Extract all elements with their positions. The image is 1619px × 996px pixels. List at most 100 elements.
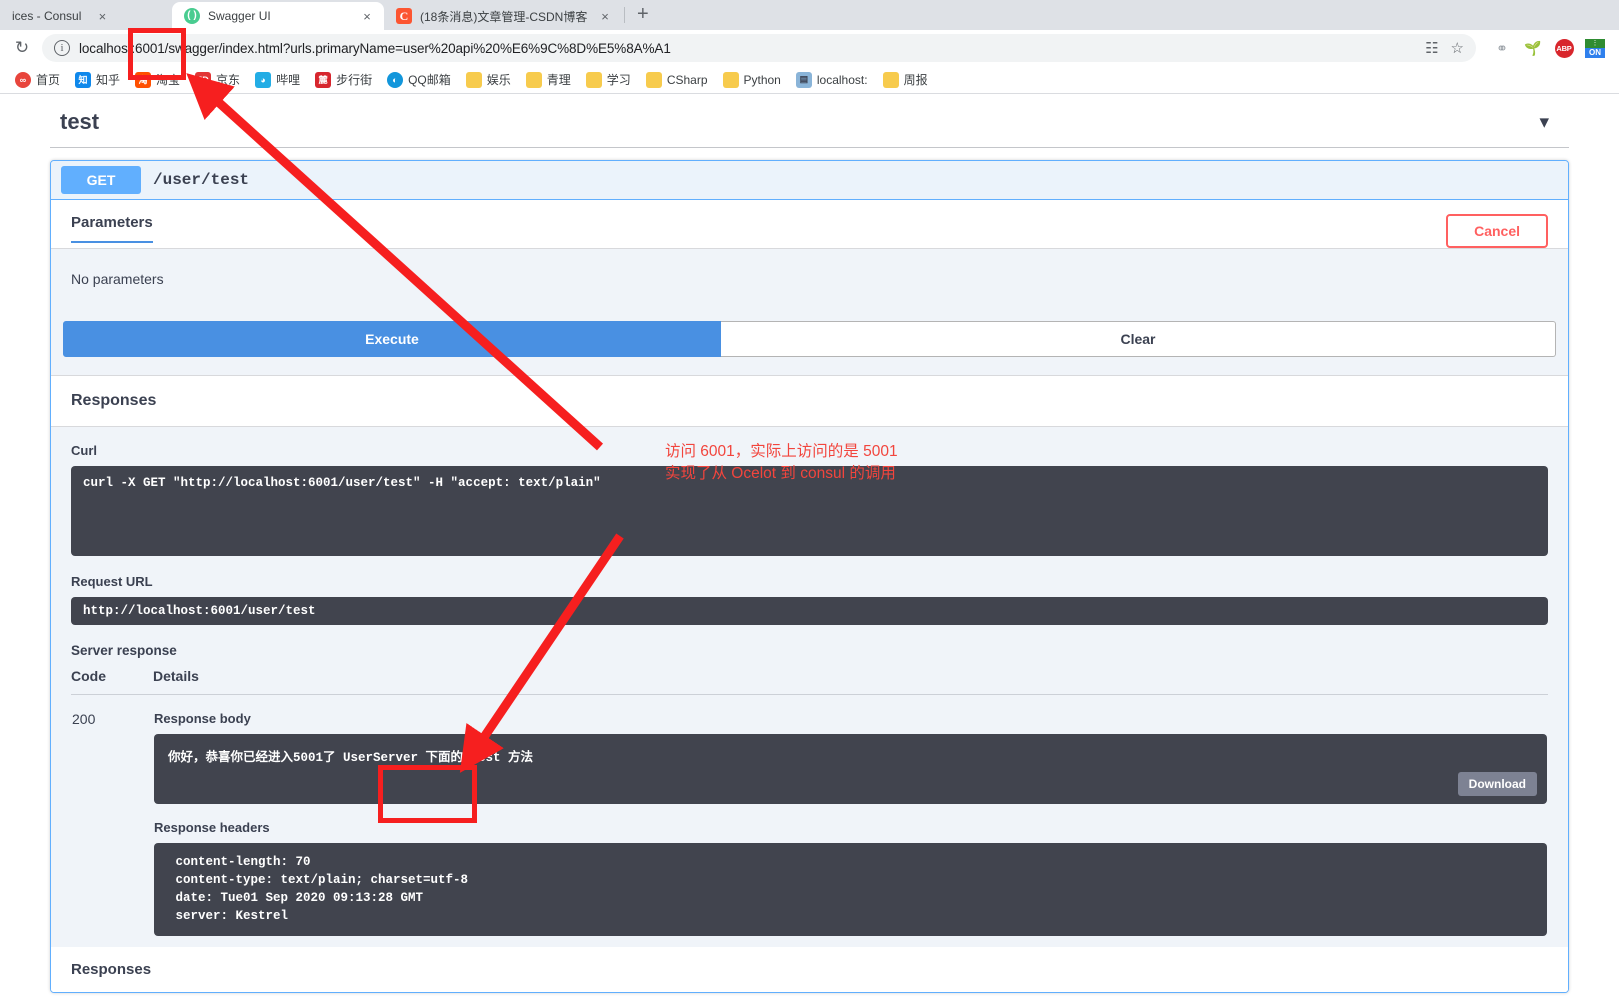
status-badge: 200 (72, 711, 96, 727)
extension-icons: ⚭ 🌱 ABP ⋮ ON (1482, 38, 1611, 58)
bookmark-item[interactable]: ▤ localhost: (789, 69, 875, 91)
bookmark-item[interactable]: JD 京东 (188, 68, 247, 91)
responses-area: Curl curl -X GET "http://localhost:6001/… (51, 427, 1568, 947)
tab-close-icon[interactable]: × (360, 9, 374, 24)
bookmarks-bar: ∞ 首页知知乎淘淘宝 JD 京东 ◕ 哔哩麓步行街 ◐ QQ邮箱 娱乐 青理 学习 CSharp Pyt… (0, 66, 1619, 94)
bookmark-item[interactable]: 娱乐 (459, 68, 518, 91)
address-bar-url: localhost:6001/swagger/index.html?urls.p… (79, 40, 671, 56)
sprout-icon[interactable]: 🌱 (1523, 38, 1543, 58)
no-parameters-text: No parameters (71, 271, 164, 287)
browser-tab-swagger[interactable]: ( ) Swagger UI × (172, 2, 384, 30)
response-body-label: Response body (154, 711, 251, 726)
parameters-area: No parameters (51, 249, 1568, 321)
bookmark-label: 知乎 (96, 73, 121, 87)
responses-heading: Responses (51, 375, 1568, 427)
bookmark-label: 步行街 (336, 73, 373, 87)
browser-toolbar: ↻ i localhost:6001/swagger/index.html?ur… (0, 30, 1619, 66)
chevron-down-icon[interactable]: ▾ (1539, 111, 1549, 134)
server-response-label: Server response (71, 643, 177, 658)
bookmark-item[interactable]: 青理 (519, 68, 578, 91)
bookmark-item[interactable]: 麓步行街 (308, 68, 379, 91)
parameters-tab-row: Parameters Cancel (51, 200, 1568, 249)
bookmark-label: 京东 (216, 73, 241, 87)
tab-title: Swagger UI (208, 9, 271, 23)
page-title: test (60, 109, 100, 134)
browser-tab-consul[interactable]: ices - Consul × (0, 2, 172, 30)
bookmark-label: 淘宝 (156, 73, 181, 87)
bookmark-label: 周报 (903, 73, 928, 87)
https-everywhere-on-icon[interactable]: ⋮ ON (1585, 38, 1605, 58)
response-body-text: 你好，恭喜你已经进入5001了 UserServer 下面的 test 方法 (168, 751, 534, 765)
new-tab-button[interactable]: + (627, 4, 659, 26)
response-details-cell: Response body 你好，恭喜你已经进入5001了 UserServer… (153, 695, 1548, 937)
operation-path: /user/test (153, 171, 250, 189)
curl-label: Curl (71, 443, 97, 458)
bilibili-icon: ◕ (255, 71, 272, 88)
folder-icon (645, 71, 662, 88)
taobao-icon: 淘 (135, 71, 152, 88)
bookmark-item[interactable]: ∞ 首页 (8, 68, 67, 91)
zhihu-icon: 知 (75, 71, 92, 88)
infinity-icon: ∞ (15, 71, 31, 88)
hupu-icon: 麓 (315, 71, 332, 88)
swagger-page: test ▾ GET /user/test Parameters Cancel … (0, 95, 1619, 996)
browser-tab-strip: ices - Consul × ( ) Swagger UI × C (18条消… (0, 0, 1619, 30)
folder-icon (722, 71, 739, 88)
column-header-details: Details (153, 668, 1548, 695)
request-url-block: http://localhost:6001/user/test (71, 597, 1548, 625)
response-headers-label: Response headers (154, 820, 270, 835)
translate-icon[interactable]: ☷ (1425, 41, 1438, 56)
tab-parameters[interactable]: Parameters (71, 214, 153, 243)
http-method-badge: GET (61, 166, 141, 194)
bookmark-label: QQ邮箱 (408, 73, 451, 87)
bookmark-item[interactable]: Python (716, 69, 788, 91)
reload-icon[interactable]: ↻ (8, 34, 36, 62)
csdn-icon: C (396, 8, 412, 24)
adblock-plus-icon[interactable]: ABP (1554, 38, 1574, 58)
swagger-icon: ( ) (184, 8, 200, 24)
download-button[interactable]: Download (1457, 772, 1537, 796)
tab-close-icon[interactable]: × (598, 9, 612, 24)
execute-button[interactable]: Execute (63, 321, 721, 357)
folder-icon (882, 71, 899, 88)
folder-icon (525, 71, 542, 88)
execute-clear-row: Execute Clear (51, 321, 1568, 375)
bookmark-item[interactable]: ◐ QQ邮箱 (380, 68, 458, 91)
browser-tab-csdn[interactable]: C (18条消息)文章管理-CSDN博客 × (384, 2, 622, 30)
curl-command-block: curl -X GET "http://localhost:6001/user/… (71, 466, 1548, 556)
page-icon: ▤ (795, 71, 812, 88)
server-response-table: Code Details 200 Response body 你好，恭喜你已经进… (71, 668, 1548, 937)
table-row: 200 Response body 你好，恭喜你已经进入5001了 UserSe… (71, 695, 1548, 937)
tab-close-icon[interactable]: × (95, 9, 109, 24)
bookmark-label: 青理 (546, 73, 571, 87)
folder-icon (585, 71, 602, 88)
bookmark-item[interactable]: ◕ 哔哩 (248, 68, 307, 91)
response-headers-block: content-length: 70 content-type: text/pl… (154, 843, 1547, 936)
clear-button[interactable]: Clear (721, 321, 1556, 357)
request-url-label: Request URL (71, 574, 153, 589)
site-info-icon[interactable]: i (54, 40, 70, 56)
operation-summary[interactable]: GET /user/test (51, 161, 1568, 200)
bookmark-item[interactable]: 学习 (579, 68, 638, 91)
column-header-code: Code (71, 668, 153, 695)
responses-footer-heading: Responses (51, 946, 1568, 992)
operation-block-get-user-test: GET /user/test Parameters Cancel No para… (50, 160, 1569, 993)
proxy-switchy-icon[interactable]: ⚭ (1492, 38, 1512, 58)
cancel-button[interactable]: Cancel (1446, 214, 1548, 248)
bookmark-label: CSharp (666, 72, 708, 87)
tab-divider (624, 7, 625, 23)
bookmark-item[interactable]: 周报 (876, 68, 935, 91)
bookmark-item[interactable]: 淘淘宝 (128, 68, 187, 91)
bookmark-item[interactable]: 知知乎 (68, 68, 127, 91)
address-bar[interactable]: i localhost:6001/swagger/index.html?urls… (42, 34, 1476, 62)
response-code-cell: 200 (71, 695, 153, 937)
api-tag-section[interactable]: test ▾ (50, 95, 1569, 148)
bookmark-label: 学习 (606, 73, 631, 87)
bookmark-item[interactable]: CSharp (639, 69, 715, 91)
tab-title: (18条消息)文章管理-CSDN博客 (420, 9, 588, 24)
bookmark-label: 哔哩 (276, 73, 301, 87)
star-icon[interactable]: ☆ (1451, 41, 1464, 56)
table-header-row: Code Details (71, 668, 1548, 695)
jd-icon: JD (195, 71, 212, 88)
bookmark-label: 娱乐 (486, 73, 511, 87)
